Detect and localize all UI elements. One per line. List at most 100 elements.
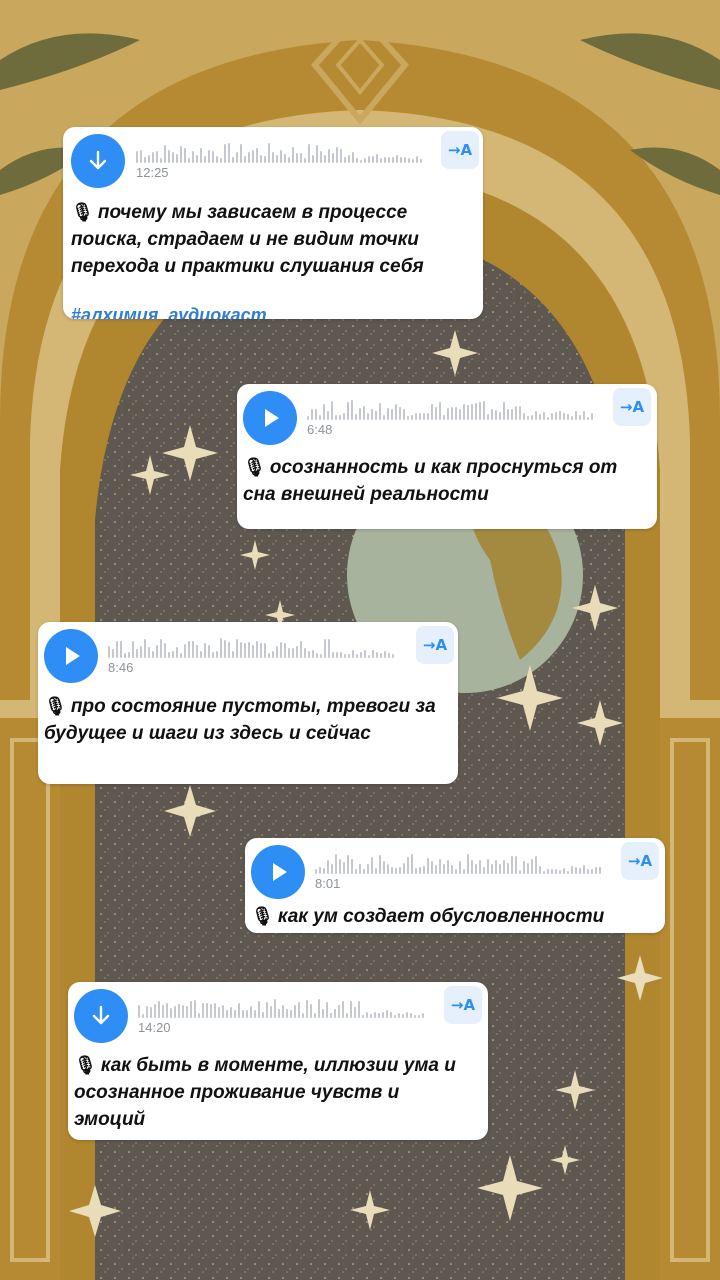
waveform-bar (527, 863, 529, 874)
waveform-bar (487, 414, 489, 420)
waveform-bar (515, 856, 517, 874)
download-icon (89, 150, 107, 170)
waveform-bar (319, 415, 321, 420)
waveform-bar (332, 652, 334, 658)
waveform-bar (555, 412, 557, 420)
waveform-bar (375, 411, 377, 420)
waveform-bar (396, 155, 398, 163)
waveform-bar (418, 1015, 420, 1018)
waveform-bar (260, 155, 262, 163)
waveform-bar (579, 868, 581, 874)
waveform-bar (368, 156, 370, 163)
play-button[interactable] (44, 629, 98, 683)
waveform-bar (204, 643, 206, 658)
waveform-bar (327, 860, 329, 874)
waveform-bar (136, 151, 138, 163)
waveform-bar (539, 866, 541, 874)
waveform-bar (284, 643, 286, 658)
download-button[interactable] (71, 134, 125, 188)
waveform-bar (200, 651, 202, 658)
waveform-bar (591, 413, 593, 420)
duration-label: 12:25 (136, 165, 169, 180)
waveform-bar (188, 158, 190, 163)
waveform-bar (240, 144, 242, 163)
waveform-bar (431, 861, 433, 874)
waveform-bar (208, 150, 210, 163)
waveform-bar (331, 864, 333, 874)
waveform-bar (340, 149, 342, 163)
waveform-bar (252, 150, 254, 163)
duration-label: 6:48 (307, 422, 333, 437)
voice-message-card: 6:48 →A 🎙 осознанность и как проснуться о… (237, 384, 657, 529)
transcribe-button[interactable]: →A (444, 986, 482, 1024)
waveform-bar (208, 645, 210, 658)
waveform[interactable] (315, 854, 615, 874)
waveform-bar (392, 157, 394, 163)
waveform[interactable] (307, 400, 607, 420)
waveform-bar (475, 403, 477, 420)
waveform-bar (320, 654, 322, 658)
waveform-bar (563, 868, 565, 874)
waveform-bar (543, 412, 545, 420)
waveform-bar (360, 160, 362, 163)
play-icon (273, 863, 287, 881)
message-caption: 🎙 осознанность и как проснуться от сна вн… (243, 454, 643, 508)
waveform-bar (551, 869, 553, 874)
transcribe-button[interactable]: →A (441, 131, 479, 169)
waveform[interactable] (138, 998, 438, 1018)
waveform-bar (451, 407, 453, 420)
waveform-bar (190, 1001, 192, 1018)
waveform-bar (367, 413, 369, 420)
waveform-bar (308, 144, 310, 163)
waveform-bar (112, 649, 114, 658)
play-button[interactable] (251, 845, 305, 899)
waveform-bar (399, 407, 401, 420)
waveform-bar (216, 156, 218, 163)
waveform-bar (323, 404, 325, 420)
play-button[interactable] (243, 391, 297, 445)
waveform[interactable] (136, 143, 436, 163)
waveform-bar (260, 643, 262, 658)
waveform-bar (302, 1013, 304, 1018)
microphone-icon: 🎙 (44, 696, 67, 716)
download-button[interactable] (74, 989, 128, 1043)
microphone-icon: 🎙 (243, 457, 266, 477)
hashtag-link[interactable]: #алхимия_аудиокаст (71, 305, 267, 319)
waveform-bar (198, 1013, 200, 1018)
waveform-bar (391, 409, 393, 420)
waveform-bar (344, 654, 346, 658)
waveform-bar (355, 869, 357, 874)
waveform-bar (278, 1009, 280, 1018)
waveform-bar (382, 1012, 384, 1018)
waveform-bar (419, 867, 421, 874)
waveform-bar (362, 1015, 364, 1018)
waveform-bar (499, 864, 501, 874)
waveform-bar (311, 409, 313, 420)
waveform-bar (324, 639, 326, 658)
waveform-bar (339, 859, 341, 874)
waveform-bar (379, 403, 381, 420)
waveform-bar (511, 856, 513, 874)
transcribe-button[interactable]: →A (613, 388, 651, 426)
waveform[interactable] (108, 638, 408, 658)
waveform-bar (162, 1005, 164, 1018)
message-caption: 🎙 про состояние пустоты, тревоги за будущ… (44, 693, 449, 747)
waveform-bar (459, 861, 461, 874)
waveform-bar (414, 1015, 416, 1018)
waveform-bar (420, 159, 422, 163)
waveform-bar (583, 411, 585, 420)
waveform-bar (471, 404, 473, 420)
waveform-bar (467, 854, 469, 874)
waveform-bar (435, 865, 437, 874)
waveform-bar (367, 864, 369, 874)
waveform-bar (346, 1013, 348, 1018)
waveform-bar (535, 856, 537, 874)
waveform-bar (266, 1002, 268, 1018)
waveform-bar (547, 869, 549, 874)
caption-text: почему мы зависаем в процессе поиска, ст… (71, 202, 424, 277)
transcribe-button[interactable]: →A (621, 842, 659, 880)
transcribe-button[interactable]: →A (416, 626, 454, 664)
waveform-bar (406, 1012, 408, 1018)
caption-text: как быть в моменте, иллюзии ума и осозна… (74, 1055, 456, 1130)
waveform-bar (507, 409, 509, 420)
